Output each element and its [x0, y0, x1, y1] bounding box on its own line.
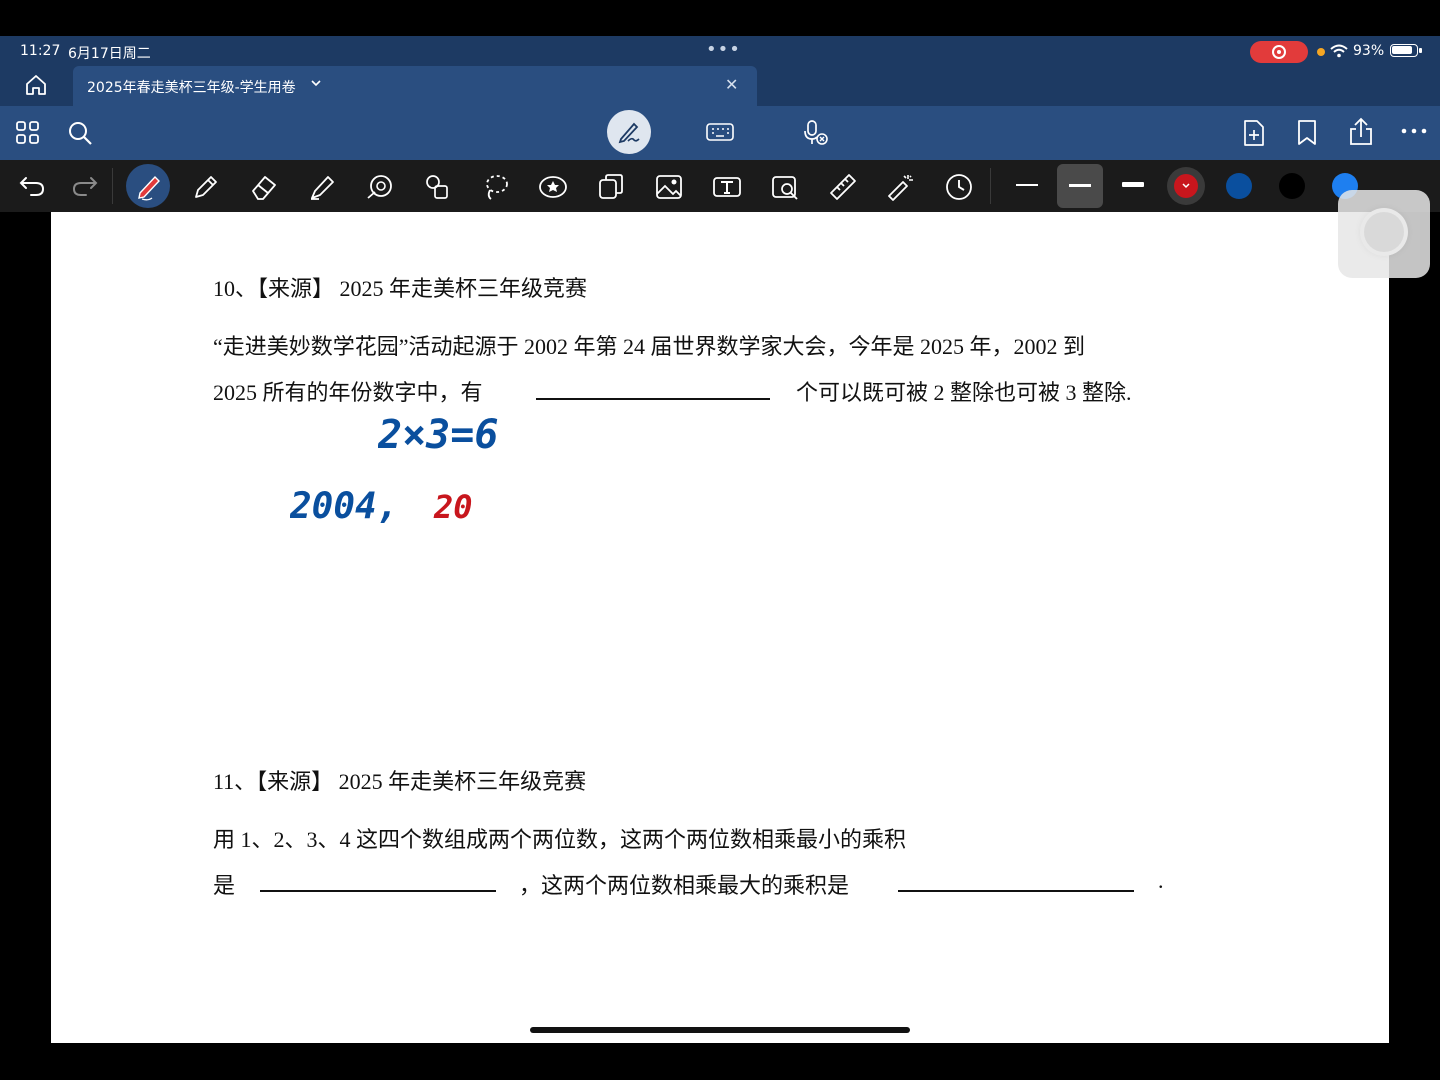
screen-recording-indicator[interactable]	[1250, 41, 1308, 63]
chevron-down-icon	[1182, 183, 1190, 189]
mic-in-use-dot	[1317, 48, 1325, 56]
wifi-icon	[1330, 44, 1348, 58]
multitask-dots-icon[interactable]: •••	[706, 39, 741, 60]
thin-stroke-option[interactable]	[1016, 184, 1038, 186]
home-icon[interactable]	[24, 74, 48, 96]
search-icon[interactable]	[67, 120, 93, 146]
document-title: 2025年春走美杯三年级-学生用卷	[87, 80, 296, 96]
redo-icon[interactable]	[71, 174, 99, 198]
answer-blank-q11-max	[898, 890, 1134, 892]
add-page-icon[interactable]	[1242, 119, 1266, 147]
keyboard-icon[interactable]	[706, 121, 734, 143]
question-10-header: 10、【来源】 2025 年走美杯三年级竞赛	[213, 276, 588, 301]
sticker-icon[interactable]	[538, 172, 568, 202]
home-indicator[interactable]	[530, 1027, 910, 1033]
bookmark-icon[interactable]	[1296, 119, 1318, 147]
lasso-icon[interactable]	[481, 172, 511, 202]
handwriting-text-2a: 2004,	[290, 486, 398, 527]
assistive-touch-icon	[1364, 212, 1404, 252]
clock: 11:27	[20, 43, 61, 59]
element-icon[interactable]	[423, 172, 453, 202]
question-10-line-1: “走进美妙数学花园”活动起源于 2002 年第 24 届世界数学家大会，今年是 …	[213, 334, 1086, 359]
medium-stroke-line	[1069, 184, 1091, 187]
voice-icon[interactable]	[802, 119, 830, 147]
pencil-icon[interactable]	[191, 172, 221, 202]
question-11-line-2b: ，这两个两位数相乘最大的乘积是	[519, 873, 850, 898]
question-10-line-2a: 2025 所有的年份数字中，有	[213, 380, 483, 405]
handwriting-icon	[618, 122, 640, 144]
undo-icon[interactable]	[18, 174, 46, 198]
eraser-icon[interactable]	[249, 172, 279, 202]
laser-pointer-icon[interactable]	[886, 172, 916, 202]
shape-icon[interactable]	[365, 172, 395, 202]
document-tab[interactable]: 2025年春走美杯三年级-学生用卷 ✕	[73, 66, 757, 106]
question-11-line-1: 用 1、2、3、4 这四个数组成两个两位数，这两个两位数相乘最小的乘积	[213, 827, 907, 852]
top-black-bar	[0, 0, 1440, 36]
close-tab-icon[interactable]: ✕	[725, 75, 738, 94]
more-icon[interactable]	[1401, 126, 1427, 136]
question-11-line-2c: .	[1158, 868, 1164, 893]
medium-stroke-option[interactable]	[1057, 164, 1103, 208]
battery-icon	[1390, 44, 1422, 57]
color-swatch-black[interactable]	[1279, 173, 1305, 199]
image-icon[interactable]	[654, 172, 684, 202]
color-red-selected[interactable]	[1167, 167, 1205, 205]
answer-blank-q11-min	[260, 890, 496, 892]
highlighter-icon[interactable]	[307, 172, 337, 202]
chevron-down-icon[interactable]	[309, 76, 323, 90]
pen-tool-button[interactable]	[126, 164, 170, 208]
drawing-toolbar	[0, 160, 1440, 212]
pen-icon	[138, 175, 160, 201]
handwriting-blue-equation: 2×3=6	[378, 412, 498, 458]
battery-percent: 93%	[1353, 43, 1385, 59]
date: 6月17日周二	[68, 46, 151, 62]
share-icon[interactable]	[1347, 117, 1375, 147]
handwriting-years: 2004, 20	[290, 486, 473, 527]
grid-icon[interactable]	[16, 121, 40, 145]
handwriting-text-1: 2×3=6	[378, 412, 498, 458]
record-icon	[1272, 45, 1286, 59]
floating-assistive-button[interactable]	[1338, 190, 1430, 278]
handwriting-text-2b: 20	[433, 488, 473, 526]
bottom-black-bar	[0, 1043, 1440, 1080]
status-bar: 11:27 6月17日周二 ••• 93%	[0, 36, 1440, 66]
history-icon[interactable]	[944, 172, 974, 202]
answer-blank-q10	[536, 398, 770, 400]
question-11-header: 11、【来源】 2025 年走美杯三年级竞赛	[213, 769, 587, 794]
thick-stroke-option[interactable]	[1122, 182, 1144, 187]
tab-bar: 2025年春走美杯三年级-学生用卷 ✕	[0, 66, 1440, 106]
document-page[interactable]: 10、【来源】 2025 年走美杯三年级竞赛 “走进美妙数学花园”活动起源于 2…	[51, 212, 1389, 1043]
color-swatch-blue[interactable]	[1226, 173, 1252, 199]
question-11-line-2a: 是	[213, 873, 236, 898]
copy-icon[interactable]	[596, 172, 626, 202]
main-toolbar	[0, 106, 1440, 160]
ruler-icon[interactable]	[828, 172, 858, 202]
handwriting-mode-button[interactable]	[607, 110, 651, 154]
camera-icon[interactable]	[770, 172, 800, 202]
question-10-line-2b: 个可以既可被 2 整除也可被 3 整除.	[796, 380, 1132, 405]
text-box-icon[interactable]	[712, 172, 742, 202]
